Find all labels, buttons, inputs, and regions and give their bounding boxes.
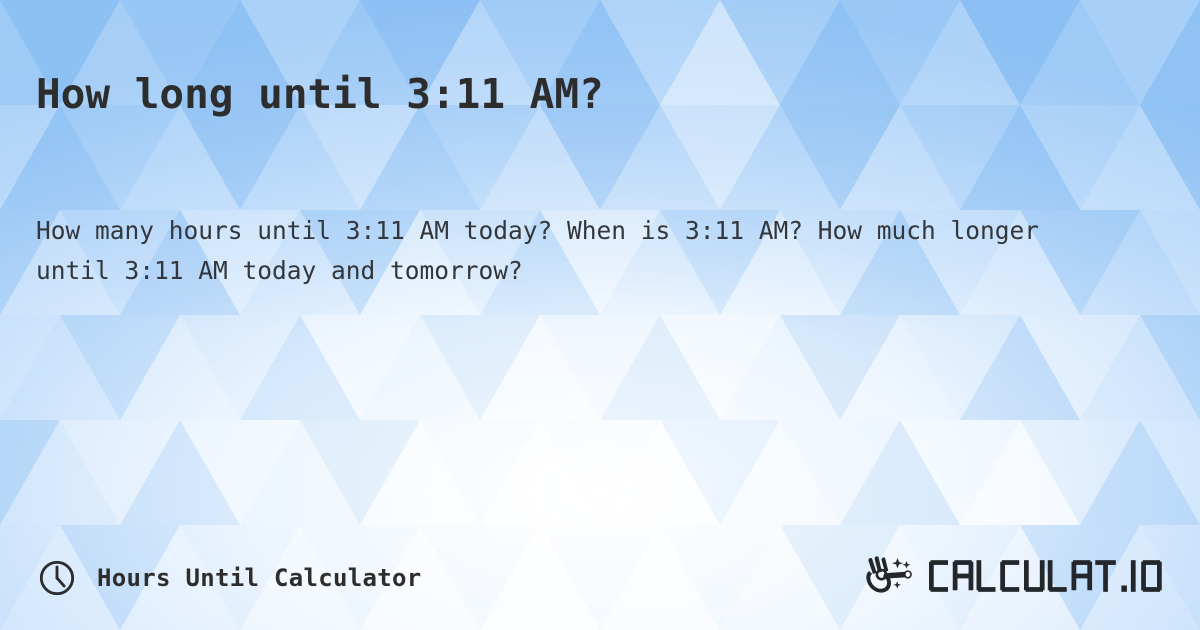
site-branding (864, 554, 1167, 596)
footer: Hours Until Calculator (0, 534, 1200, 630)
og-card: How long until 3:11 AM? How many hours u… (0, 0, 1200, 630)
magic-wand-hand-icon (865, 556, 912, 593)
page-title: How long until 3:11 AM? (36, 70, 604, 119)
calculatio-wordmark (928, 555, 1167, 595)
page-description: How many hours until 3:11 AM today? When… (36, 215, 1040, 285)
calculatio-wordmark-glyphs (928, 560, 1162, 592)
tool-name-label: Hours Until Calculator (97, 564, 422, 592)
clock-icon (39, 560, 75, 596)
tool-branding: Hours Until Calculator (38, 559, 421, 597)
